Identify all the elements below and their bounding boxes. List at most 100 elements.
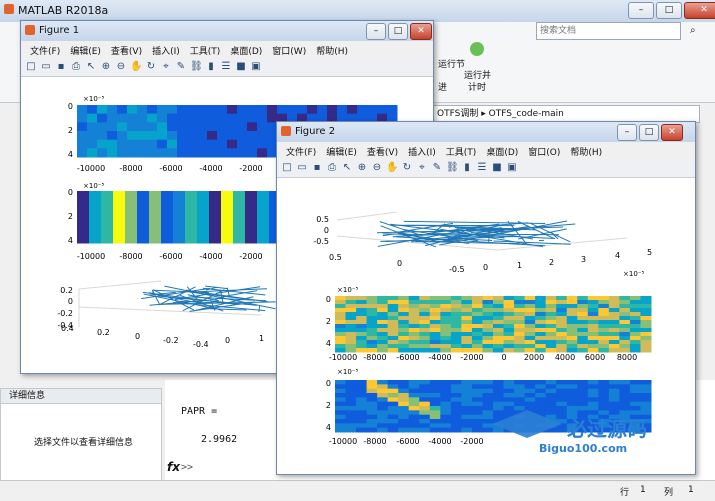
legend-icon[interactable]: ☰ — [220, 61, 232, 73]
run-section-label[interactable]: 运行节 — [438, 57, 465, 70]
address-folder-2[interactable]: OTFS_code-main — [489, 109, 564, 119]
fig1-ztick: 0.2 — [60, 286, 73, 295]
save-icon[interactable]: ▪ — [55, 61, 67, 73]
menu-view[interactable]: 查看(V) — [106, 41, 147, 58]
menu-tools[interactable]: 工具(T) — [185, 41, 226, 58]
hide-tools-icon[interactable]: ■ — [491, 162, 503, 174]
maximize-button[interactable]: □ — [388, 23, 408, 40]
menu-window[interactable]: 窗口(O) — [523, 142, 565, 159]
heatmap-cell — [419, 410, 430, 415]
new-figure-icon[interactable]: □ — [281, 162, 293, 174]
minimize-button[interactable]: – — [617, 124, 637, 141]
fx-icon[interactable]: fx — [167, 460, 180, 474]
link-icon[interactable]: ⛓ — [190, 61, 202, 73]
link-icon[interactable]: ⛓ — [446, 162, 458, 174]
save-icon[interactable]: ▪ — [311, 162, 323, 174]
figure1-title: Figure 1 — [39, 25, 79, 36]
zoom-out-icon[interactable]: ⊖ — [371, 162, 383, 174]
heatmap-cell — [525, 308, 536, 313]
open-icon[interactable]: ▭ — [296, 162, 308, 174]
close-button[interactable]: ✕ — [661, 124, 683, 141]
zoom-in-icon[interactable]: ⊕ — [100, 61, 112, 73]
details-header[interactable]: 详细信息 — [1, 389, 161, 404]
colorbar-icon[interactable]: ▮ — [461, 162, 473, 174]
pan-icon[interactable]: ✋ — [130, 61, 142, 73]
search-docs-input[interactable]: 搜索文档 — [536, 22, 681, 40]
run-and-time-label-2[interactable]: 计时 — [468, 80, 486, 93]
heatmap-cell — [367, 428, 378, 433]
legend-icon[interactable]: ☰ — [476, 162, 488, 174]
heatmap-cell — [451, 423, 462, 428]
heatmap-cell — [535, 393, 546, 398]
hide-tools-icon[interactable]: ■ — [235, 61, 247, 73]
data-cursor-icon[interactable]: ⌖ — [416, 162, 428, 174]
heatmap-cell — [546, 308, 557, 313]
menu-help[interactable]: 帮助(H) — [311, 41, 353, 58]
menu-edit[interactable]: 编辑(E) — [321, 142, 362, 159]
heatmap-cell — [577, 410, 588, 415]
pan-icon[interactable]: ✋ — [386, 162, 398, 174]
fig1-xtick3d: 0 — [225, 336, 230, 345]
heatmap-cell — [430, 410, 441, 415]
heatmap-cell — [346, 380, 357, 385]
heatmap-cell — [482, 397, 493, 402]
heatmap-cell — [409, 324, 420, 329]
fig1-ytick3d: -0.2 — [163, 336, 179, 345]
dock-icon[interactable]: ▣ — [250, 61, 262, 73]
heatmap-cell — [535, 332, 546, 337]
print-icon[interactable]: ⎙ — [326, 162, 338, 174]
close-button[interactable]: ✕ — [410, 23, 432, 40]
close-button[interactable]: ✕ — [684, 2, 715, 19]
menu-window[interactable]: 窗口(W) — [267, 41, 311, 58]
heatmap-cell — [137, 148, 148, 157]
address-folder-1[interactable]: OTFS调制 — [437, 109, 478, 119]
heatmap-cell — [377, 348, 388, 353]
watermark-subtext: Biguo100.com — [539, 442, 627, 455]
colorbar-icon[interactable]: ▮ — [205, 61, 217, 73]
heatmap-cell — [630, 312, 641, 317]
heatmap-cell — [197, 148, 208, 157]
maximize-button[interactable]: □ — [656, 2, 682, 19]
pointer-icon[interactable]: ↖ — [85, 61, 97, 73]
menu-desktop[interactable]: 桌面(D) — [481, 142, 523, 159]
minimize-button[interactable]: – — [366, 23, 386, 40]
data-cursor-icon[interactable]: ⌖ — [160, 61, 172, 73]
print-icon[interactable]: ⎙ — [70, 61, 82, 73]
heatmap-cell — [556, 320, 567, 325]
cmd-prompt[interactable]: >> — [181, 462, 193, 473]
fig1-ytick3d: 0 — [135, 332, 140, 341]
figure1-title-bar[interactable]: Figure 1 – □ ✕ — [21, 21, 433, 41]
menu-file[interactable]: 文件(F) — [281, 142, 321, 159]
open-icon[interactable]: ▭ — [40, 61, 52, 73]
figure2-title-bar[interactable]: Figure 2 – □ ✕ — [277, 122, 695, 142]
menu-view[interactable]: 查看(V) — [362, 142, 403, 159]
zoom-in-icon[interactable]: ⊕ — [356, 162, 368, 174]
menu-insert[interactable]: 插入(I) — [147, 41, 185, 58]
forward-label[interactable]: 进 — [438, 80, 447, 93]
brush-icon[interactable]: ✎ — [431, 162, 443, 174]
menu-desktop[interactable]: 桌面(D) — [225, 41, 267, 58]
figure2-canvas[interactable]: 0.5 0 -0.5 0.5 0 -0.5 0 1 2 3 4 5 ×10⁻⁵ … — [277, 178, 695, 474]
menu-help[interactable]: 帮助(H) — [565, 142, 607, 159]
dock-icon[interactable]: ▣ — [506, 162, 518, 174]
menu-edit[interactable]: 编辑(E) — [65, 41, 106, 58]
figure2-window[interactable]: Figure 2 – □ ✕ 文件(F) 编辑(E) 查看(V) 插入(I) 工… — [276, 121, 696, 475]
minimize-button[interactable]: – — [628, 2, 654, 19]
details-empty-message: 选择文件以查看详细信息 — [34, 435, 133, 448]
heatmap-cell — [461, 415, 472, 420]
run-and-time-icon[interactable] — [470, 42, 484, 56]
menu-file[interactable]: 文件(F) — [25, 41, 65, 58]
new-figure-icon[interactable]: □ — [25, 61, 37, 73]
maximize-button[interactable]: □ — [639, 124, 659, 141]
menu-insert[interactable]: 插入(I) — [403, 142, 441, 159]
heatmap-cell — [609, 332, 620, 337]
heatmap-cell — [367, 300, 378, 305]
rotate-icon[interactable]: ↻ — [401, 162, 413, 174]
brush-icon[interactable]: ✎ — [175, 61, 187, 73]
menu-tools[interactable]: 工具(T) — [441, 142, 482, 159]
search-icon[interactable]: ⌕ — [690, 25, 696, 36]
zoom-out-icon[interactable]: ⊖ — [115, 61, 127, 73]
fig2-xtick3d: 0 — [483, 263, 488, 272]
pointer-icon[interactable]: ↖ — [341, 162, 353, 174]
rotate-icon[interactable]: ↻ — [145, 61, 157, 73]
